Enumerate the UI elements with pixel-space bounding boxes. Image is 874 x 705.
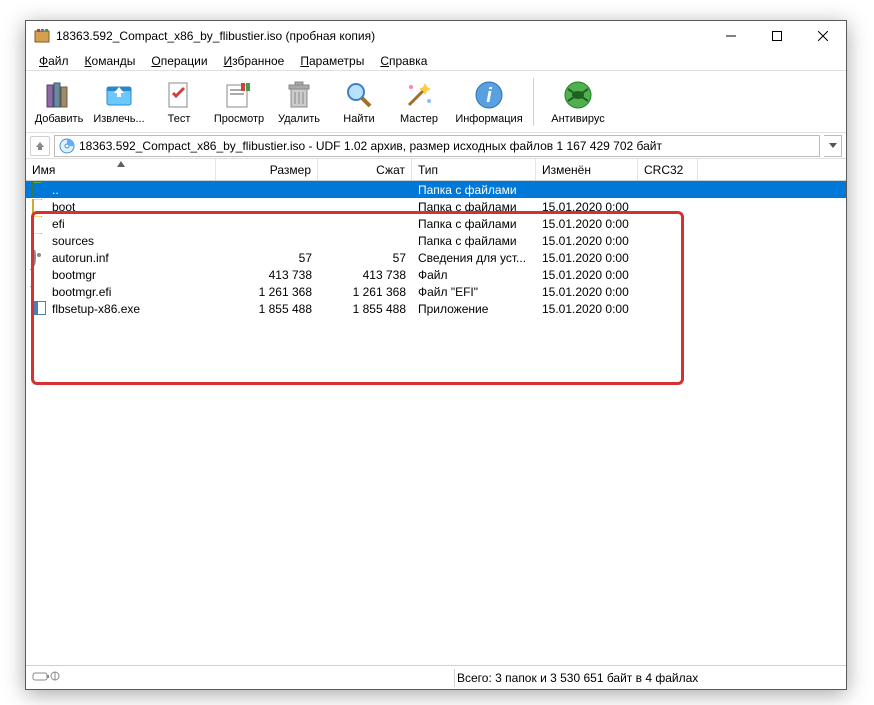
svg-text:i: i [486,85,492,107]
wizard-label: Мастер [400,113,438,125]
find-icon [343,79,375,111]
col-size[interactable]: Размер [216,159,318,180]
extract-label: Извлечь... [93,113,144,125]
menu-favorites[interactable]: Избранное [217,53,292,69]
col-crc[interactable]: CRC32 [638,159,698,180]
menubar: Файл Команды Операции Избранное Параметр… [26,51,846,71]
find-label: Найти [343,113,374,125]
books-icon [43,79,75,111]
col-packed[interactable]: Сжат [318,159,412,180]
sort-indicator-icon [116,161,126,169]
test-button[interactable]: Тест [150,74,208,130]
wizard-icon [403,79,435,111]
view-button[interactable]: Просмотр [210,74,268,130]
status-separator [454,669,455,687]
pathbar: 18363.592_Compact_x86_by_flibustier.iso … [26,133,846,159]
status-left-icon [32,670,60,685]
delete-label: Удалить [278,113,320,125]
delete-button[interactable]: Удалить [270,74,328,130]
menu-options[interactable]: Параметры [293,53,371,69]
up-button[interactable] [30,136,50,156]
test-icon [163,79,195,111]
view-icon [223,79,255,111]
add-button[interactable]: Добавить [30,74,88,130]
path-text: 18363.592_Compact_x86_by_flibustier.iso … [79,139,662,153]
menu-operations[interactable]: Операции [144,53,214,69]
menu-help[interactable]: Справка [373,53,434,69]
wizard-button[interactable]: Мастер [390,74,448,130]
extract-icon [103,79,135,111]
file-row[interactable]: autorun.inf5757Сведения для уст...15.01.… [26,249,846,266]
menu-file[interactable]: Файл [32,53,76,69]
delete-icon [283,79,315,111]
add-label: Добавить [35,113,84,125]
app-icon [34,28,50,44]
col-modified[interactable]: Изменён [536,159,638,180]
info-icon: i [473,79,505,111]
window-title: 18363.592_Compact_x86_by_flibustier.iso … [56,29,708,43]
list-header: Имя Размер Сжат Тип Изменён CRC32 [26,159,846,181]
toolbar-separator [533,78,534,126]
status-total: Всего: 3 папок и 3 530 651 байт в 4 файл… [457,671,840,685]
info-label: Информация [455,113,522,125]
file-row[interactable]: efiПапка с файлами15.01.2020 0:00 [26,215,846,232]
close-button[interactable] [800,21,846,51]
antivirus-icon [562,79,594,111]
titlebar: 18363.592_Compact_x86_by_flibustier.iso … [26,21,846,51]
minimize-button[interactable] [708,21,754,51]
extract-button[interactable]: Извлечь... [90,74,148,130]
view-label: Просмотр [214,113,264,125]
file-row[interactable]: sourcesПапка с файлами15.01.2020 0:00 [26,232,846,249]
file-row[interactable]: ..Папка с файлами [26,181,846,198]
toolbar: Добавить Извлечь... Тест Просмотр Удалит… [26,71,846,133]
statusbar: Всего: 3 папок и 3 530 651 байт в 4 файл… [26,665,846,689]
test-label: Тест [168,113,191,125]
path-dropdown[interactable] [824,135,842,157]
info-button[interactable]: i Информация [450,74,528,130]
file-row[interactable]: bootmgr.efi1 261 3681 261 368Файл "EFI"1… [26,283,846,300]
find-button[interactable]: Найти [330,74,388,130]
maximize-button[interactable] [754,21,800,51]
path-field[interactable]: 18363.592_Compact_x86_by_flibustier.iso … [54,135,820,157]
col-type[interactable]: Тип [412,159,536,180]
file-row[interactable]: bootПапка с файлами15.01.2020 0:00 [26,198,846,215]
antivirus-button[interactable]: Антивирус [539,74,617,130]
disc-icon [59,138,75,154]
menu-commands[interactable]: Команды [78,53,143,69]
file-list: ..Папка с файламиbootПапка с файлами15.0… [26,181,846,665]
file-row[interactable]: bootmgr413 738413 738Файл15.01.2020 0:00 [26,266,846,283]
antivirus-label: Антивирус [551,113,604,125]
file-row[interactable]: flbsetup-x86.exe1 855 4881 855 488Прилож… [26,300,846,317]
